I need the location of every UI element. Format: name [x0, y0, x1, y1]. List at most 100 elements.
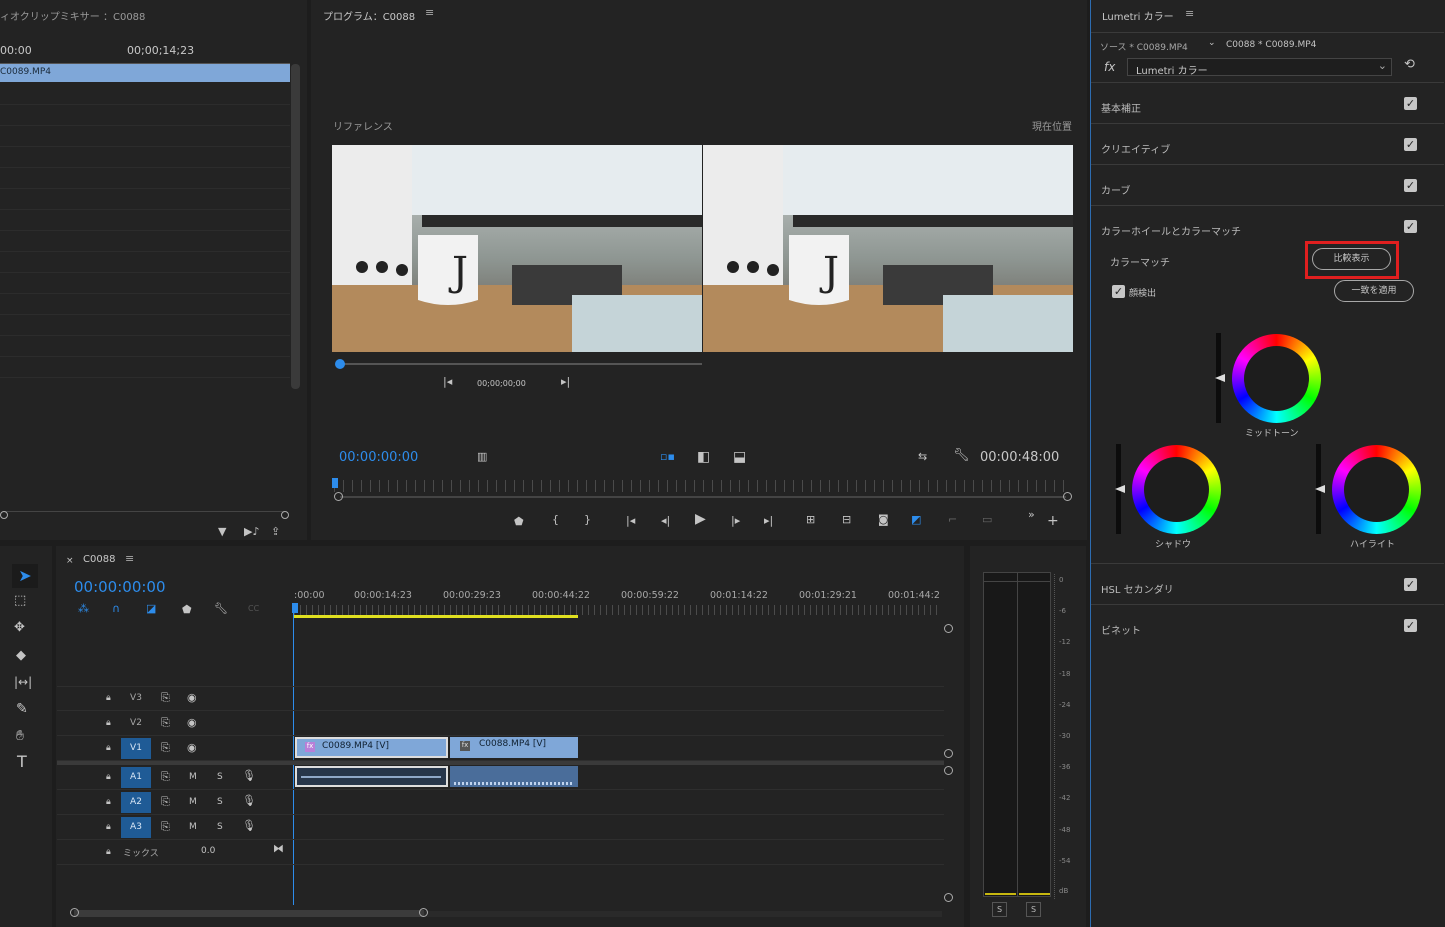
section-hsl-checkbox[interactable]: ✓: [1404, 578, 1417, 591]
sync-icon[interactable]: ⎘: [161, 692, 170, 704]
sync-icon[interactable]: ⎘: [161, 771, 170, 783]
zoom-handle-left[interactable]: [334, 492, 343, 501]
hand-tool-icon[interactable]: ✋︎: [16, 729, 24, 743]
mic-icon[interactable]: 🎙︎: [242, 795, 256, 807]
eye-icon[interactable]: ◉: [187, 717, 197, 729]
work-area-bar[interactable]: [294, 615, 578, 618]
timeline-tab[interactable]: C0088: [83, 554, 115, 565]
audio-output-icon[interactable]: ▶♪: [244, 526, 259, 538]
slip-tool-icon[interactable]: |↔|: [14, 676, 32, 688]
swap-icon[interactable]: ⇆: [918, 451, 927, 463]
program-menu-icon[interactable]: ≡: [425, 6, 434, 19]
horizontal-split-icon[interactable]: ⬓: [733, 450, 746, 464]
highlight-wheel[interactable]: [1332, 445, 1421, 534]
linked-selection-icon[interactable]: ◪: [146, 603, 156, 615]
source-panel-title[interactable]: ィオクリップミキサー ：C0088: [0, 8, 145, 23]
solo-button[interactable]: S: [217, 772, 223, 782]
filter-icon[interactable]: ▼: [218, 526, 226, 538]
eye-icon[interactable]: ◉: [187, 692, 197, 704]
ripple-edit-tool-icon[interactable]: ✥: [14, 621, 25, 634]
track-mix[interactable]: [57, 840, 944, 865]
zoom-handle-right[interactable]: [1063, 492, 1072, 501]
go-to-out-point-icon[interactable]: ▸|: [764, 515, 773, 527]
lumetri-menu-icon[interactable]: ≡: [1185, 7, 1194, 20]
track-label-v2[interactable]: V2: [121, 713, 151, 734]
solo-button[interactable]: S: [217, 822, 223, 832]
mic-icon[interactable]: 🎙︎: [242, 770, 256, 782]
lock-icon[interactable]: 🔒︎: [106, 692, 111, 704]
solo-left-button[interactable]: S: [992, 902, 1007, 917]
midtone-wheel[interactable]: [1232, 334, 1321, 423]
button-editor-icon[interactable]: +: [1047, 514, 1059, 528]
midtone-wheel-center[interactable]: [1244, 346, 1309, 411]
safe-margins-icon[interactable]: ▭: [982, 514, 992, 526]
lock-icon[interactable]: 🔒︎: [106, 846, 111, 858]
timeline-ruler[interactable]: [294, 605, 942, 615]
selection-tool-icon[interactable]: ➤: [12, 564, 38, 588]
track-label-a2[interactable]: A2: [121, 792, 151, 813]
track-select-tool-icon[interactable]: ⬚: [14, 594, 26, 607]
solo-button[interactable]: S: [217, 797, 223, 807]
timeline-vscroll-top[interactable]: [944, 624, 953, 633]
mic-icon[interactable]: 🎙︎: [242, 820, 256, 832]
mark-out-icon[interactable]: }: [584, 514, 591, 526]
timeline-hscroll-thumb[interactable]: [74, 910, 424, 917]
track-label-a1[interactable]: A1: [121, 767, 151, 788]
shadow-wheel-center[interactable]: [1144, 457, 1209, 522]
timeline-hscroll-right[interactable]: [419, 908, 428, 917]
audio-clip-c0088[interactable]: [450, 766, 578, 787]
lift-icon[interactable]: ⊞: [806, 514, 815, 526]
program-zoom-bar[interactable]: [340, 496, 1066, 498]
pen-tool-icon[interactable]: ✎: [16, 702, 28, 716]
timeline-menu-icon[interactable]: ≡: [125, 552, 134, 565]
clip-c0088[interactable]: fx C0088.MP4 [V]: [450, 737, 578, 758]
lumetri-source-dropdown-icon[interactable]: ⌄: [1208, 38, 1216, 48]
highlight-wheel-center[interactable]: [1344, 457, 1409, 522]
section-creative-checkbox[interactable]: ✓: [1404, 138, 1417, 151]
lumetri-title[interactable]: Lumetri カラー: [1102, 8, 1174, 23]
comparison-toggle-icon[interactable]: ◩: [911, 514, 921, 526]
source-clip-bar[interactable]: C0089.MP4: [0, 64, 290, 82]
reference-scrubber[interactable]: [337, 363, 702, 365]
program-title[interactable]: プログラム：C0088: [323, 8, 415, 23]
source-vscroll[interactable]: [291, 64, 300, 389]
nest-icon[interactable]: ⁂: [78, 603, 89, 615]
timeline-vscroll-mid2[interactable]: [944, 766, 953, 775]
timeline-timecode[interactable]: 00:00:00:00: [74, 578, 166, 596]
lumetri-sequence[interactable]: C0088 * C0089.MP4: [1226, 40, 1316, 50]
mute-button[interactable]: M: [189, 797, 197, 807]
lock-icon[interactable]: 🔒︎: [106, 771, 111, 783]
extract-icon[interactable]: ⊟: [842, 514, 851, 526]
timeline-vscroll-bottom[interactable]: [944, 893, 953, 902]
lock-icon[interactable]: 🔒︎: [106, 796, 111, 808]
vertical-split-icon[interactable]: ◧: [697, 450, 710, 464]
timeline-hscroll-left[interactable]: [70, 908, 79, 917]
go-to-out-icon[interactable]: ▸|: [561, 376, 570, 388]
track-label-v1[interactable]: V1: [121, 738, 151, 759]
timeline-vscroll-mid[interactable]: [944, 749, 953, 758]
timeline-settings-icon[interactable]: 🔧︎: [214, 603, 228, 615]
step-back-icon[interactable]: ◂|: [661, 515, 670, 527]
program-timecode[interactable]: 00:00:00:00: [339, 450, 418, 465]
program-playhead[interactable]: [332, 478, 338, 488]
apply-match-button[interactable]: 一致を適用: [1334, 280, 1414, 302]
section-hsl[interactable]: HSL セカンダリ ✓: [1091, 564, 1444, 605]
lumetri-source[interactable]: ソース * C0089.MP4: [1100, 40, 1188, 53]
section-creative[interactable]: クリエイティブ ✓: [1091, 124, 1444, 165]
section-basic[interactable]: 基本補正 ✓: [1091, 83, 1444, 124]
go-to-in-icon[interactable]: |◂: [443, 376, 452, 388]
camera-icon[interactable]: ◙: [878, 514, 889, 526]
comparison-view-icon[interactable]: ▥: [477, 451, 487, 463]
face-detect-checkbox[interactable]: ✓: [1112, 285, 1125, 298]
section-curves-checkbox[interactable]: ✓: [1404, 179, 1417, 192]
eye-icon[interactable]: ◉: [187, 742, 197, 754]
type-tool-icon[interactable]: T: [17, 754, 27, 770]
lock-icon[interactable]: 🔒︎: [106, 742, 111, 754]
section-vignette-checkbox[interactable]: ✓: [1404, 619, 1417, 632]
solo-right-button[interactable]: S: [1026, 902, 1041, 917]
add-marker-icon[interactable]: ⬟: [182, 604, 192, 616]
hscroll-handle-right[interactable]: [281, 511, 289, 519]
timeline-playhead[interactable]: [292, 603, 298, 613]
sync-icon[interactable]: ⎘: [161, 821, 170, 833]
track-label-a3[interactable]: A3: [121, 817, 151, 838]
